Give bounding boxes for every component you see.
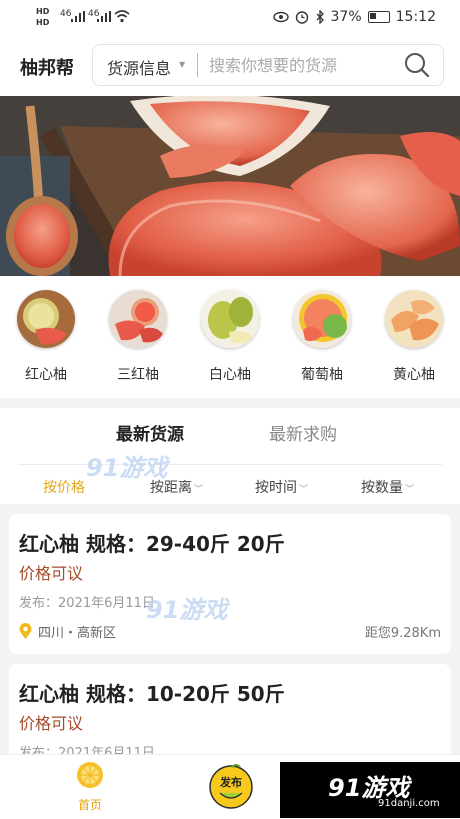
caret-down-icon[interactable]: ▼ bbox=[179, 60, 185, 69]
hd-label-2: HD bbox=[36, 18, 50, 27]
site-logo: 91游戏 91danji.com bbox=[280, 762, 460, 818]
site-logo-domain: 91danji.com bbox=[378, 798, 440, 809]
white-pomelo-icon bbox=[201, 290, 259, 348]
battery-icon bbox=[367, 11, 390, 23]
grapefruit-icon bbox=[293, 290, 351, 348]
category-label: 黄心柚 bbox=[393, 367, 435, 383]
signal-icon-2 bbox=[97, 11, 111, 22]
eye-icon bbox=[272, 11, 289, 23]
banner-image bbox=[0, 96, 460, 276]
search-category-select[interactable]: 货源信息 bbox=[107, 55, 171, 79]
publish-button[interactable]: 发布 bbox=[208, 763, 254, 809]
listing-location: 四川・高新区 bbox=[19, 622, 116, 641]
nav-home-label: 首页 bbox=[77, 798, 102, 812]
sort-label: 按时间 bbox=[255, 480, 297, 496]
sort-by-quantity[interactable]: 按数量 ﹀ bbox=[361, 477, 414, 497]
battery-percent: 37% bbox=[330, 9, 362, 25]
chevron-down-icon: ﹀ bbox=[194, 485, 204, 495]
location-pin-icon bbox=[19, 623, 32, 639]
category-label: 葡萄柚 bbox=[301, 367, 343, 383]
status-bar: HD HD 46 46 37% 15:12 bbox=[0, 0, 460, 34]
category-label: 红心柚 bbox=[25, 367, 67, 383]
category-yellow-pomelo[interactable]: 黄心柚 bbox=[374, 290, 454, 384]
banner-carousel[interactable] bbox=[0, 96, 460, 276]
category-white-pomelo[interactable]: 白心柚 bbox=[190, 290, 270, 384]
location-text: 四川・高新区 bbox=[38, 626, 117, 641]
red-pomelo-icon bbox=[17, 290, 75, 348]
sort-label: 按价格 bbox=[43, 480, 85, 496]
app-header: 柚邦帮 货源信息 ▼ bbox=[0, 34, 460, 96]
listing-date: 发布：2021年6月11日 bbox=[19, 596, 155, 611]
triple-red-pomelo-icon bbox=[109, 290, 167, 348]
category-red-pomelo[interactable]: 红心柚 bbox=[6, 290, 86, 384]
tab-divider bbox=[18, 464, 442, 465]
clock: 15:12 bbox=[395, 9, 436, 25]
chevron-down-icon: ﹀ bbox=[405, 485, 415, 495]
listing-title: 红心柚 规格：10-20斤 50斤 bbox=[19, 682, 285, 706]
bluetooth-icon bbox=[316, 10, 324, 24]
watermark: 91游戏 bbox=[86, 454, 168, 482]
status-right: 37% 15:12 bbox=[272, 9, 436, 25]
listing-tabs-panel: 最新货源 最新求购 按价格 按距离 ﹀ 按时间 ﹀ 按数量 ﹀ bbox=[0, 408, 460, 504]
listing-price: 价格可议 bbox=[19, 564, 84, 583]
nav-home[interactable]: 首页 bbox=[70, 761, 110, 813]
listing-card[interactable]: 红心柚 规格：29-40斤 20斤 价格可议 发布：2021年6月11日 四川・… bbox=[9, 514, 451, 654]
signal-icon bbox=[71, 11, 85, 22]
sort-by-price[interactable]: 按价格 bbox=[43, 477, 85, 497]
app-title: 柚邦帮 bbox=[20, 58, 74, 79]
category-grapefruit[interactable]: 葡萄柚 bbox=[282, 290, 362, 384]
network-label: 46 bbox=[60, 9, 72, 19]
publish-label: 发布 bbox=[220, 776, 242, 789]
listing-distance: 距您9.28Km bbox=[364, 626, 441, 641]
category-label: 白心柚 bbox=[209, 367, 251, 383]
category-label: 三红柚 bbox=[117, 367, 159, 383]
category-row: 红心柚 三红柚 白心柚 葡萄柚 黄心柚 bbox=[0, 276, 460, 398]
status-left: HD HD bbox=[36, 6, 49, 28]
search-bar[interactable]: 货源信息 ▼ bbox=[92, 44, 444, 86]
yellow-pomelo-icon bbox=[385, 290, 443, 348]
hd-label: HD bbox=[36, 7, 50, 16]
citrus-home-icon bbox=[77, 762, 103, 788]
search-icon[interactable] bbox=[403, 51, 431, 79]
wifi-icon bbox=[114, 10, 130, 23]
tab-latest-demand[interactable]: 最新求购 bbox=[269, 420, 337, 445]
listing-card[interactable]: 红心柚 规格：10-20斤 50斤 价格可议 发布：2021年6月11日 bbox=[9, 664, 451, 764]
listing-title: 红心柚 规格：29-40斤 20斤 bbox=[19, 532, 285, 556]
watermark: 91游戏 bbox=[146, 596, 228, 624]
sort-by-time[interactable]: 按时间 ﹀ bbox=[255, 477, 308, 497]
listing-price: 价格可议 bbox=[19, 714, 84, 733]
tab-latest-supply[interactable]: 最新货源 bbox=[116, 420, 184, 445]
sort-label: 按数量 bbox=[361, 480, 403, 496]
category-triple-red-pomelo[interactable]: 三红柚 bbox=[98, 290, 178, 384]
alarm-icon bbox=[295, 11, 308, 24]
chevron-down-icon: ﹀ bbox=[299, 485, 309, 495]
search-divider bbox=[197, 53, 198, 77]
search-input[interactable] bbox=[209, 53, 399, 77]
